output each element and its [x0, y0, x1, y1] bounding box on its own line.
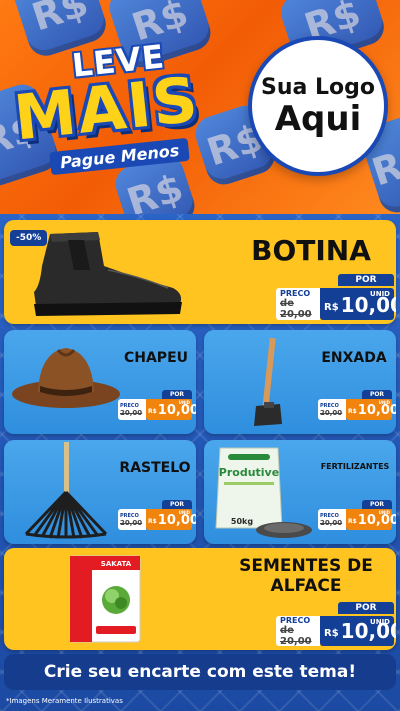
currency: R$ — [148, 408, 157, 415]
currency: R$ — [324, 302, 339, 313]
old-price-box: PRECO 20,00 — [318, 399, 346, 420]
product-title: SEMENTES DE ALFACE — [239, 556, 373, 596]
unid-label: UNID — [378, 400, 390, 405]
por-label: POR — [338, 274, 394, 286]
price-block: POR PRECO 20,00 UNID R$ 10,00 — [318, 390, 396, 420]
old-price: de 20,00 — [280, 624, 312, 647]
price-value: 10,00 — [157, 403, 196, 418]
price-block: POR PRECO de 20,00 UNID R$ 10,00 — [276, 274, 396, 320]
new-price-box: UNID R$ 10,00 — [320, 288, 396, 320]
preco-label: PRECO — [280, 288, 311, 298]
old-price-box: PRECO de 20,00 — [276, 615, 320, 647]
old-price: 20,00 — [320, 408, 343, 417]
product-card-fertilizantes[interactable]: Produtive 50kg FERTILIZANTES POR PRECO 2… — [204, 440, 396, 544]
new-price-box: UNID R$ 10,00 — [320, 616, 396, 646]
packet-brand: SAKATA — [101, 560, 132, 568]
old-price-box: PRECO 20,00 — [318, 509, 346, 530]
unid-label: UNID — [370, 290, 390, 298]
brand-logo: LEVE MAIS Pague Menos — [10, 37, 230, 182]
currency: R$ — [148, 518, 157, 525]
unid-label: UNID — [370, 618, 390, 626]
unid-label: UNID — [178, 510, 190, 515]
product-title: FERTILIZANTES — [320, 462, 390, 471]
seed-packet-icon: SAKATA — [69, 555, 141, 643]
price-value: 10,00 — [357, 403, 396, 418]
price-value: 10,00 — [357, 513, 396, 528]
price-block: POR PRECO de 20,00 UNID R$ 10,00 — [276, 602, 396, 647]
logo-line1: Sua Logo — [260, 74, 375, 100]
old-price: 20,00 — [120, 408, 143, 417]
product-title: ENXADA — [321, 350, 387, 366]
currency: R$ — [324, 628, 339, 639]
unid-label: UNID — [378, 510, 390, 515]
por-label: POR — [338, 602, 394, 614]
product-title: RASTELO — [119, 460, 191, 476]
price-value: 10,00 — [157, 513, 196, 528]
logo-line2: Aqui — [274, 98, 362, 139]
logo-placeholder[interactable]: Sua Logo Aqui — [248, 36, 388, 176]
preco-label: PRECO — [280, 615, 311, 625]
por-label: POR — [162, 390, 192, 399]
old-price-box: PRECO 20,00 — [118, 509, 146, 530]
disclaimer-text: *Imagens Meramente Ilustrativas — [6, 697, 123, 705]
product-title: CHAPEU — [123, 350, 189, 366]
por-label: POR — [162, 500, 192, 509]
old-price: 20,00 — [320, 518, 343, 527]
product-card-botina[interactable]: -50% BOTINA POR PRECO de 20,00 UNID R$ 1… — [4, 220, 396, 324]
new-price-box: UNID R$ 10,00 — [146, 399, 196, 420]
product-card-chapeu[interactable]: CHAPEU POR PRECO 20,00 UNID R$ 10,00 — [4, 330, 196, 434]
product-card-rastelo[interactable]: RASTELO POR PRECO 20,00 UNID R$ 10,00 — [4, 440, 196, 544]
price-block: POR PRECO 20,00 UNID R$ 10,00 — [118, 390, 196, 420]
cta-button[interactable]: Crie seu encarte com este tema! — [4, 654, 396, 690]
por-label: POR — [362, 500, 392, 509]
new-price-box: UNID R$ 10,00 — [346, 399, 396, 420]
por-label: POR — [362, 390, 392, 399]
hat-icon — [12, 348, 120, 408]
old-price: 20,00 — [120, 518, 143, 527]
rake-icon — [24, 442, 108, 539]
old-price: de 20,00 — [280, 297, 312, 320]
unid-label: UNID — [178, 400, 190, 405]
old-price-box: PRECO 20,00 — [118, 399, 146, 420]
new-price-box: UNID R$ 10,00 — [346, 509, 396, 530]
product-title: BOTINA — [251, 234, 371, 267]
price-block: POR PRECO 20,00 UNID R$ 10,00 — [118, 500, 196, 530]
boot-icon — [34, 232, 182, 316]
currency: R$ — [348, 408, 357, 415]
product-card-enxada[interactable]: ENXADA POR PRECO 20,00 UNID R$ 10,00 — [204, 330, 396, 434]
fertilizer-bag-icon: Produtive 50kg — [215, 447, 312, 538]
currency: R$ — [348, 518, 357, 525]
product-card-sementes[interactable]: SAKATA SEMENTES DE ALFACE POR PRECO de 2… — [4, 548, 396, 650]
old-price-box: PRECO de 20,00 — [276, 288, 320, 320]
price-block: POR PRECO 20,00 UNID R$ 10,00 — [318, 500, 396, 530]
bag-brand: Produtive — [219, 466, 279, 479]
bag-weight: 50kg — [231, 517, 253, 526]
new-price-box: UNID R$ 10,00 — [146, 509, 196, 530]
header-banner: R$ R$ R$ R$ R$ R$ R$ LEVE MAIS Pague Men… — [0, 0, 400, 214]
hoe-icon — [254, 337, 282, 426]
